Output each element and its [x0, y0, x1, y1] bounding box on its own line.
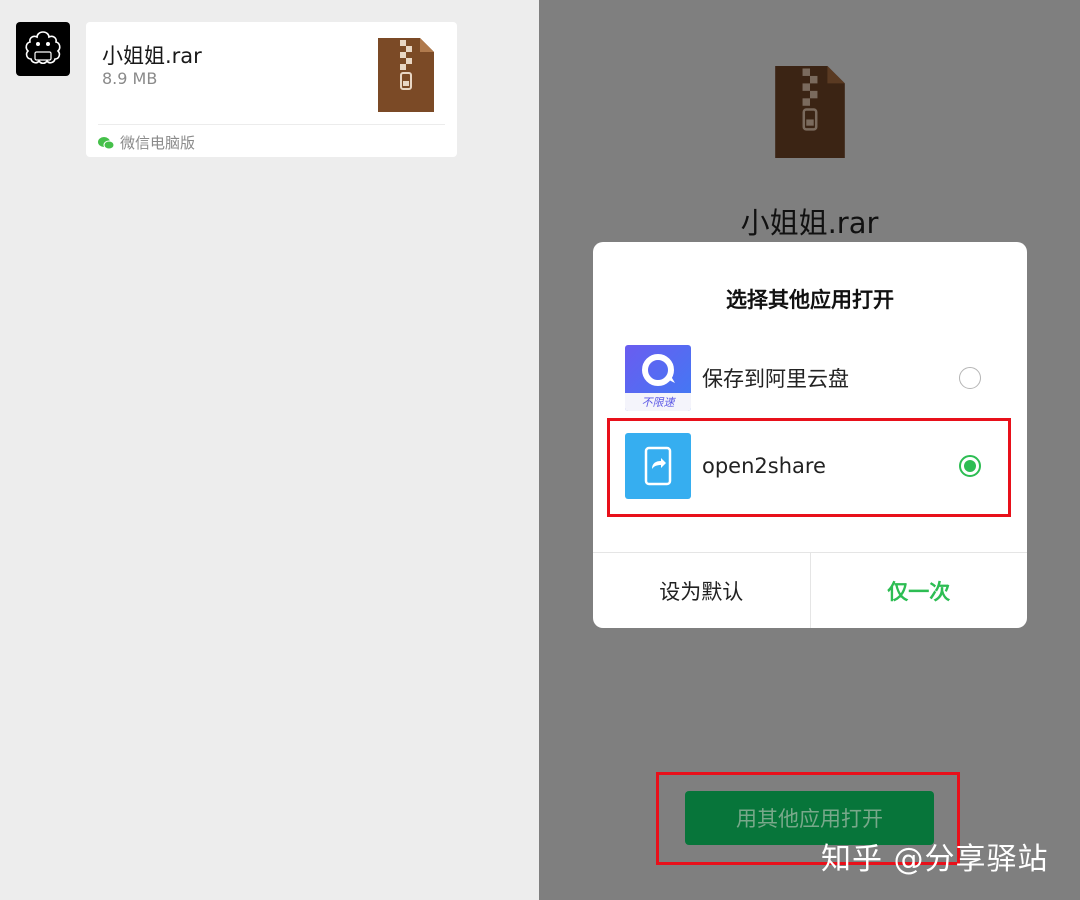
aliyun-drive-icon: 不限速: [625, 345, 691, 411]
dialog-actions: 设为默认 仅一次: [593, 552, 1027, 628]
open-with-dialog: 选择其他应用打开 不限速 保存到阿里云盘 open2share 设为默认 仅一次: [593, 242, 1027, 628]
chat-pane: 小姐姐.rar 8.9 MB 微信电脑版: [0, 0, 540, 900]
highlight-box-option: [607, 418, 1011, 517]
zip-archive-icon: [378, 38, 434, 112]
wechat-icon: [98, 136, 114, 149]
aliyun-icon-caption: 不限速: [642, 396, 677, 409]
app-option-aliyun-drive[interactable]: 不限速 保存到阿里云盘: [593, 338, 1027, 418]
watermark: 知乎 @分享驿站: [821, 842, 1049, 877]
file-name: 小姐姐.rar: [102, 44, 202, 68]
radio-aliyun-drive[interactable]: [959, 367, 981, 389]
file-message-card[interactable]: 小姐姐.rar 8.9 MB 微信电脑版: [86, 22, 457, 157]
preview-file-name: 小姐姐.rar: [740, 206, 879, 240]
message-source: 微信电脑版: [98, 132, 195, 153]
card-divider: [98, 124, 445, 125]
message-source-label: 微信电脑版: [120, 134, 196, 152]
profile-avatar-icon[interactable]: [16, 22, 70, 76]
file-size: 8.9 MB: [102, 69, 158, 88]
set-default-button[interactable]: 设为默认: [593, 553, 810, 628]
zip-archive-icon: [775, 66, 845, 158]
dialog-title: 选择其他应用打开: [726, 288, 894, 312]
app-option-label: 保存到阿里云盘: [702, 367, 849, 391]
just-once-button[interactable]: 仅一次: [809, 553, 1028, 628]
file-preview-pane: 小姐姐.rar 选择其他应用打开 不限速 保存到阿里云盘 open2share …: [539, 0, 1080, 900]
